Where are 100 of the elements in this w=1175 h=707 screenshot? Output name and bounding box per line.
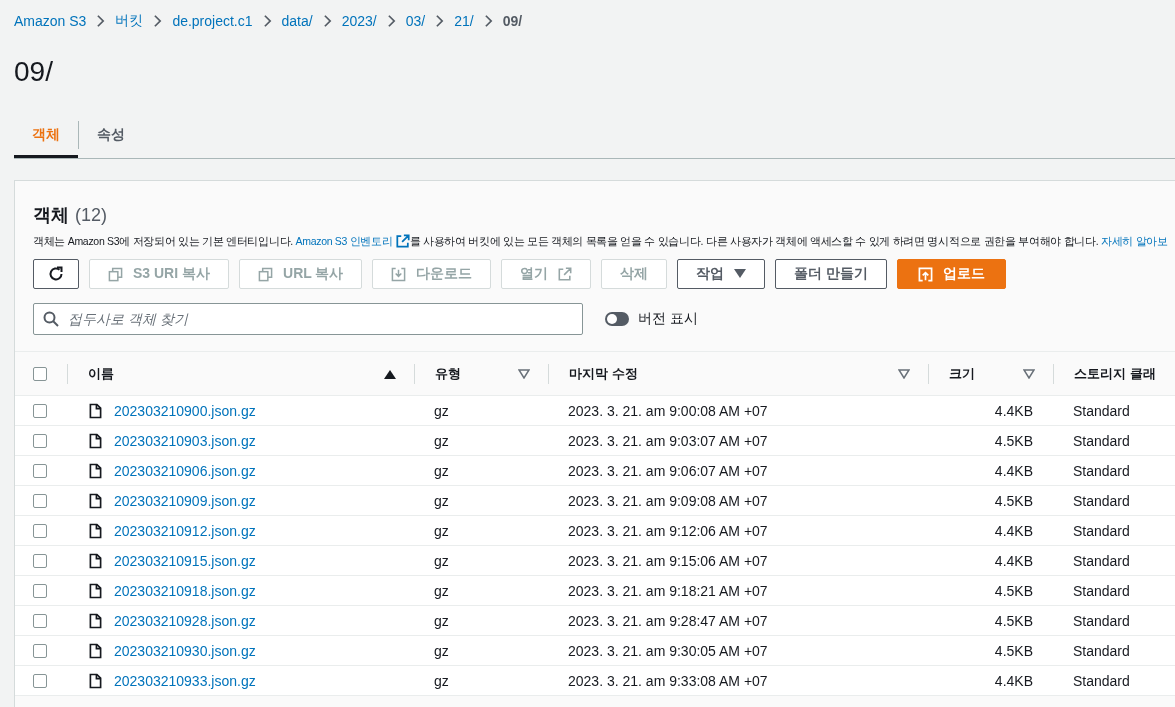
table-cell: Standard [1073, 462, 1130, 479]
row-checkbox[interactable] [33, 643, 47, 658]
external-link-icon [558, 267, 573, 281]
chevron-icon [435, 14, 445, 28]
row-checkbox[interactable] [33, 553, 47, 568]
table-cell: gz [434, 432, 449, 449]
column-header[interactable]: 스토리지 클래 [1074, 364, 1156, 383]
upload-button[interactable]: 업로드 [897, 259, 1007, 289]
table-cell: 2023. 3. 21. am 9:28:47 AM +07 [568, 612, 768, 629]
tab[interactable]: 속성 [79, 112, 143, 158]
table-cell: Standard [1073, 552, 1130, 569]
row-checkbox[interactable] [33, 523, 47, 538]
copy-icon [108, 266, 123, 282]
inventory-link[interactable]: Amazon S3 인벤토리 [295, 235, 410, 247]
chevron-icon [153, 14, 163, 28]
file-icon [89, 462, 102, 479]
chevron-icon [262, 14, 272, 28]
table-cell: gz [434, 612, 449, 629]
sort-ascending-icon[interactable] [384, 368, 396, 379]
file-link[interactable]: 202303210909.json.gz [114, 492, 256, 509]
file-icon [89, 492, 102, 509]
column-header[interactable]: 크기 [949, 364, 975, 383]
file-link[interactable]: 202303210915.json.gz [114, 552, 256, 569]
table-cell: 4.4KB [994, 402, 1033, 419]
table-cell: 2023. 3. 21. am 9:09:08 AM +07 [568, 492, 768, 509]
sort-icon[interactable] [1023, 368, 1035, 379]
select-all-checkbox[interactable] [33, 366, 47, 381]
table-cell: Standard [1073, 522, 1130, 539]
table-cell: 4.4KB [994, 522, 1033, 539]
breadcrumb-link[interactable]: 2023/ [341, 13, 377, 29]
table-cell: 4.5KB [994, 492, 1033, 509]
table-cell: 2023. 3. 21. am 9:00:08 AM +07 [568, 402, 768, 419]
table-cell: 2023. 3. 21. am 9:15:06 AM +07 [568, 552, 768, 569]
table-cell: 4.5KB [994, 582, 1033, 599]
sort-icon[interactable] [898, 368, 910, 379]
table-cell: 2023. 3. 21. am 9:12:06 AM +07 [568, 522, 768, 539]
file-icon [89, 552, 102, 569]
table-cell: Standard [1073, 582, 1130, 599]
search-icon [43, 311, 59, 327]
row-checkbox[interactable] [33, 583, 47, 598]
table-cell: gz [434, 552, 449, 569]
row-checkbox[interactable] [33, 613, 47, 628]
table-cell: gz [434, 672, 449, 689]
description-text: 객체는 Amazon S3에 저장되어 있는 기본 엔터티입니다. Amazon S3 인벤토리 를 사용하여 버킷에 있는 모든 객체의 목록을 얻을 수 있습니다. 다른 사용자가 객체에 액세스할 수 있게 하려면 명시적으로 권한을 부여해야 합니다. 자세히 알아보 [33, 234, 1169, 249]
table-cell: 2023. 3. 21. am 9:30:05 AM +07 [568, 642, 768, 659]
file-link[interactable]: 202303210912.json.gz [114, 522, 256, 539]
file-icon [89, 402, 102, 419]
file-link[interactable]: 202303210928.json.gz [114, 612, 256, 629]
chevron-icon [386, 14, 396, 28]
table-cell: Standard [1073, 402, 1130, 419]
file-icon [89, 642, 102, 659]
file-link[interactable]: 202303210933.json.gz [114, 672, 256, 689]
table-cell: 2023. 3. 21. am 9:18:21 AM +07 [568, 582, 768, 599]
learn-more-link[interactable]: 자세히 알아보 [1101, 235, 1168, 247]
table-cell: 2023. 3. 21. am 9:33:08 AM +07 [568, 672, 768, 689]
row-checkbox[interactable] [33, 493, 47, 508]
refresh-button[interactable] [33, 259, 79, 289]
chevron-icon [483, 14, 493, 28]
breadcrumb-link[interactable]: Amazon S3 [14, 13, 87, 29]
chevron-icon [322, 14, 332, 28]
file-link[interactable]: 202303210900.json.gz [114, 402, 256, 419]
file-icon [89, 432, 102, 449]
row-checkbox[interactable] [33, 433, 47, 448]
table-cell: gz [434, 522, 449, 539]
file-link[interactable]: 202303210930.json.gz [114, 642, 256, 659]
file-icon [89, 522, 102, 539]
table-cell: Standard [1073, 612, 1130, 629]
object-count: (12) [75, 205, 107, 226]
column-header[interactable]: 마지막 수정 [569, 364, 638, 383]
table-cell: 4.4KB [994, 672, 1033, 689]
row-checkbox[interactable] [33, 403, 47, 418]
table-cell: 2023. 3. 21. am 9:03:07 AM +07 [568, 432, 768, 449]
table-cell: 4.5KB [994, 612, 1033, 629]
action-button[interactable]: 폴더 만들기 [775, 259, 888, 289]
breadcrumb-link[interactable]: de.project.c1 [172, 13, 253, 29]
actions-dropdown[interactable]: 작업 [677, 259, 766, 289]
download-icon [391, 266, 407, 282]
file-icon [89, 672, 102, 689]
table-cell: gz [434, 582, 449, 599]
row-checkbox[interactable] [33, 463, 47, 478]
chevron-icon [96, 14, 106, 28]
file-icon [89, 612, 102, 629]
column-header[interactable]: 유형 [435, 364, 461, 383]
breadcrumb-link[interactable]: 21/ [454, 13, 474, 29]
breadcrumb-link[interactable]: data/ [281, 13, 313, 29]
table-cell: Standard [1073, 492, 1130, 509]
toggle-label: 버전 표시 [638, 310, 698, 328]
search-field[interactable]: 접두사로 객체 찾기 [33, 303, 583, 335]
column-header[interactable]: 이름 [88, 364, 114, 383]
upload-icon [918, 266, 934, 282]
table-cell: gz [434, 402, 449, 419]
breadcrumb-link[interactable]: 버킷 [115, 12, 144, 30]
row-checkbox[interactable] [33, 673, 47, 688]
toggle-switch[interactable] [605, 312, 629, 326]
file-link[interactable]: 202303210906.json.gz [114, 462, 256, 479]
file-link[interactable]: 202303210903.json.gz [114, 432, 256, 449]
breadcrumb-link[interactable]: 03/ [405, 13, 426, 29]
file-link[interactable]: 202303210918.json.gz [114, 582, 256, 599]
table-cell: Standard [1073, 432, 1130, 449]
sort-icon[interactable] [518, 368, 530, 379]
